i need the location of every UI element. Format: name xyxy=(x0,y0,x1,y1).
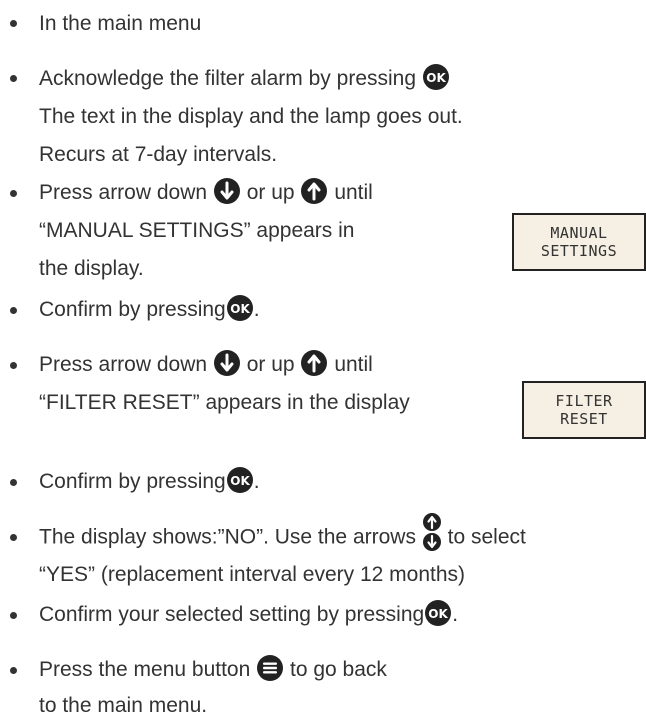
step-3-line-1: Press arrow down or up until xyxy=(39,178,373,205)
ok-button-icon: OK xyxy=(425,600,452,627)
step-7-line-2: “YES” (replacement interval every 12 mon… xyxy=(39,563,465,586)
ok-label: OK xyxy=(426,71,446,85)
step-6-line-1: Confirm by pressing OK . xyxy=(39,467,260,494)
bullet xyxy=(10,667,17,674)
step-4-line-1: Confirm by pressing OK . xyxy=(39,295,260,322)
step-9-line-2: to the main menu. xyxy=(39,694,208,717)
display-line: MANUAL xyxy=(550,224,608,242)
step-8-line-1: Confirm your selected setting by pressin… xyxy=(39,600,458,627)
ok-label: OK xyxy=(230,302,250,316)
step-7-line-1: The display shows:”NO”. Use the arrows t… xyxy=(39,513,526,552)
ok-button-icon: OK xyxy=(422,64,449,91)
display-filter-reset: FILTER RESET xyxy=(522,381,646,439)
display-manual-settings: MANUAL SETTINGS xyxy=(512,213,646,271)
step-9-line-1: Press the menu button to go back xyxy=(39,655,387,682)
arrow-up-button-icon xyxy=(301,178,328,205)
bullet xyxy=(10,20,17,27)
bullet xyxy=(10,534,17,541)
step-3-line-2: “MANUAL SETTINGS” appears in xyxy=(39,219,355,242)
display-line: FILTER xyxy=(555,392,613,410)
bullet xyxy=(10,362,17,369)
menu-button-icon xyxy=(257,655,284,682)
bullet xyxy=(10,307,17,314)
ok-label: OK xyxy=(230,474,250,488)
ok-button-icon: OK xyxy=(226,467,253,494)
bullet xyxy=(10,190,17,197)
step-5-line-1: Press arrow down or up until xyxy=(39,350,373,377)
bullet xyxy=(10,612,17,619)
step-1-line-1: In the main menu xyxy=(39,12,202,35)
arrows-up-down-icon xyxy=(422,513,441,551)
display-line: RESET xyxy=(560,410,608,428)
ok-button-icon: OK xyxy=(226,295,253,322)
step-3-line-3: the display. xyxy=(39,257,144,280)
arrow-up-button-icon xyxy=(301,350,328,377)
step-2-line-2: The text in the display and the lamp goe… xyxy=(39,105,463,128)
bullet xyxy=(10,75,17,82)
arrow-down-button-icon xyxy=(213,178,240,205)
step-2-line-1: Acknowledge the filter alarm by pressing… xyxy=(39,64,450,91)
display-line: SETTINGS xyxy=(540,242,618,260)
bullet xyxy=(10,479,17,486)
ok-label: OK xyxy=(428,607,448,621)
step-2-line-3: Recurs at 7-day intervals. xyxy=(39,143,278,166)
step-5-line-2: “FILTER RESET” appears in the display xyxy=(39,391,410,414)
arrow-down-button-icon xyxy=(213,350,240,377)
